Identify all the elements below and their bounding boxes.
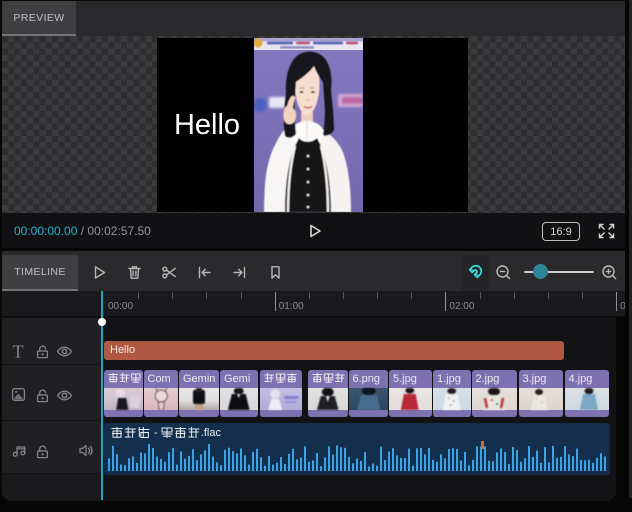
svg-text:T: T: [13, 343, 24, 359]
